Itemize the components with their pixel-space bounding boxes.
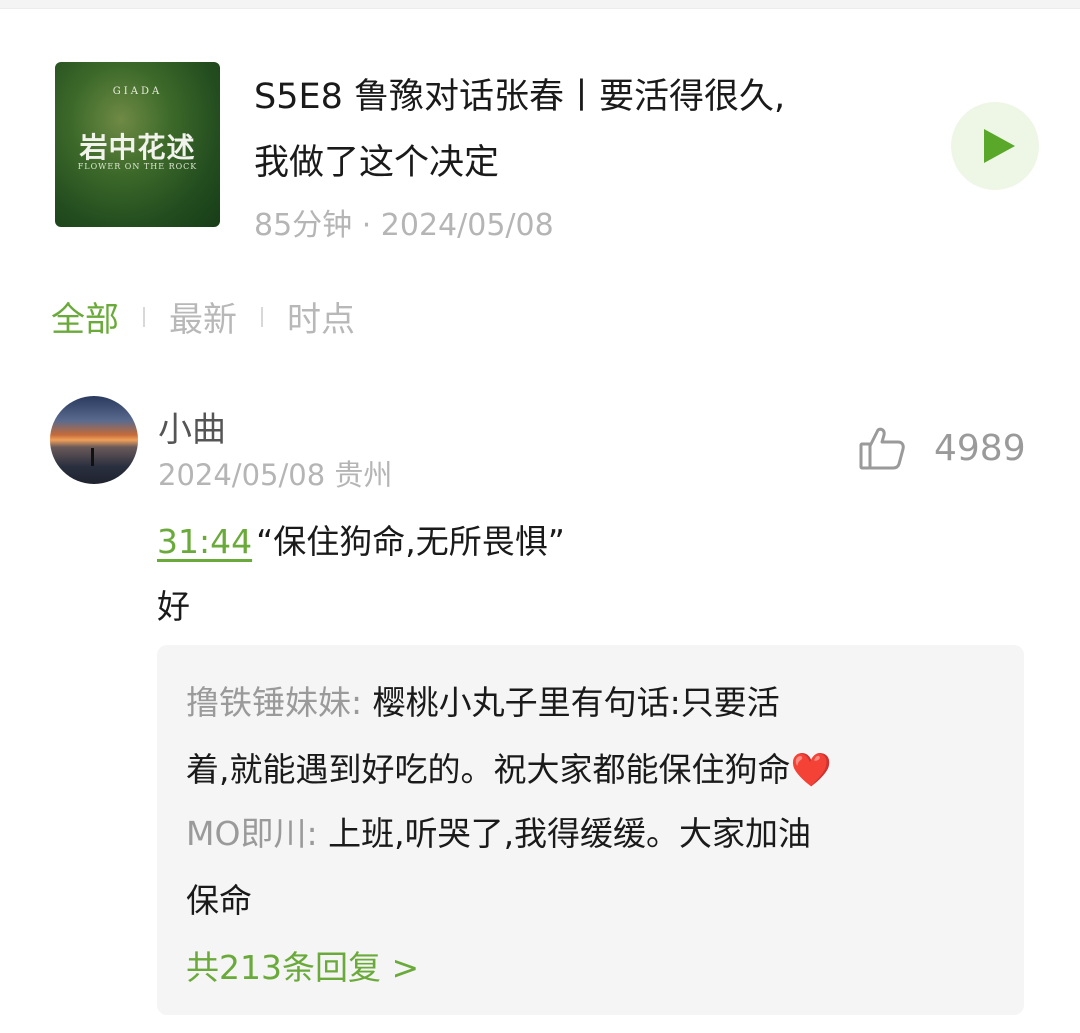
play-icon [984,129,1015,163]
reply-text: 上班,听哭了,我得缓缓。大家加油 [328,814,812,853]
thumbs-up-icon [859,427,905,470]
like-button[interactable]: 4989 [858,424,1026,472]
episode-title-line2: 我做了这个决定 [254,143,500,183]
comment-text: 31:44 “保住狗命,无所畏惧” [157,515,565,563]
reply-text: 樱桃小丸子里有句话:只要活 [372,683,780,722]
like-count: 4989 [934,427,1026,469]
tab-divider [261,306,263,327]
comment-username[interactable]: 小曲 [158,402,226,451]
view-all-replies-link[interactable]: 共213条回复 > [186,941,419,989]
tab-all[interactable]: 全部 [51,292,119,341]
episode-title[interactable]: S5E8 鲁豫对话张春丨要活得很久, 我做了这个决定 [254,64,894,196]
reply-text: 着,就能遇到好吃的。祝大家都能保住狗命 [186,750,791,789]
comment-body: 好 [157,587,190,626]
reply-author[interactable]: MO即川: [186,814,318,853]
avatar-figure [91,448,94,466]
comment-meta: 2024/05/08 贵州 [158,458,393,492]
reply-text: 保命 [186,881,252,920]
tab-divider [143,306,145,327]
reply-author[interactable]: 撸铁锤妹妹: [186,683,362,722]
reply-item[interactable]: 撸铁锤妹妹: 樱桃小丸子里有句话:只要活 着,就能遇到好吃的。祝大家都能保住狗命… [186,669,1006,803]
heart-emoji-icon: ❤️ [790,750,832,789]
cover-brand: GIADA [112,86,163,97]
cover-title: 岩中花述 [79,131,196,164]
top-divider [0,0,1080,9]
timestamp-link[interactable]: 31:44 [157,522,252,561]
tab-timepoint[interactable]: 时点 [287,292,355,341]
episode-meta: 85分钟 · 2024/05/08 [254,208,554,243]
cover-subtitle: FLOWER ON THE ROCK [77,162,198,171]
avatar[interactable] [50,396,138,484]
episode-cover[interactable]: GIADA 岩中花述 FLOWER ON THE ROCK [55,62,220,227]
episode-title-line1: S5E8 鲁豫对话张春丨要活得很久, [254,77,786,117]
reply-item[interactable]: MO即川: 上班,听哭了,我得缓缓。大家加油 保命 [186,800,1006,934]
play-button[interactable] [951,102,1039,190]
comment-quote: “保住狗命,无所畏惧” [256,522,565,561]
replies-box[interactable]: 撸铁锤妹妹: 樱桃小丸子里有句话:只要活 着,就能遇到好吃的。祝大家都能保住狗命… [157,645,1024,1015]
comment-tabs: 全部 最新 时点 [51,292,355,341]
tab-latest[interactable]: 最新 [169,292,237,341]
